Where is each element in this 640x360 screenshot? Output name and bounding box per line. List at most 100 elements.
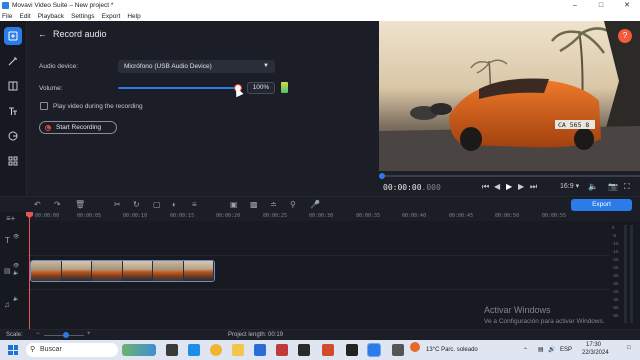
language-indicator[interactable]: ESP [560, 347, 572, 353]
transitions-tool[interactable] [4, 77, 22, 95]
movavi-taskbar-icon[interactable] [367, 343, 381, 357]
menu-file[interactable]: File [2, 13, 12, 20]
menu-playback[interactable]: Playback [38, 13, 64, 20]
tray-arrow-icon[interactable]: ⌃ [523, 347, 528, 354]
project-length: Project length: 00:19 [228, 332, 283, 338]
ruler-tick: 00:00:50 [495, 213, 520, 219]
step-forward-icon[interactable]: ▶ [518, 182, 524, 191]
back-arrow-icon[interactable]: ← [38, 29, 47, 39]
skip-back-icon[interactable]: ⏮ [482, 182, 489, 192]
menu-edit[interactable]: Edit [19, 13, 30, 20]
properties-icon[interactable]: ≡ [192, 200, 197, 209]
clip-thumbnail [183, 261, 214, 281]
timeline-ruler[interactable]: 00:00:00 00:00:05 00:00:10 00:00:15 00:0… [27, 212, 610, 221]
taskbar-search[interactable]: ⚲ Buscar [26, 343, 118, 357]
insert-media-icon[interactable]: ▣ [230, 200, 238, 209]
menu-settings[interactable]: Settings [71, 13, 95, 20]
meter-bar-left [624, 225, 627, 323]
crop-icon[interactable]: ▢ [153, 200, 161, 209]
rotate-icon[interactable]: ↻ [133, 200, 140, 209]
app-icon-black[interactable] [346, 344, 358, 356]
undo-icon[interactable]: ↶ [34, 200, 41, 209]
audio-settings-icon[interactable]: ≐ [270, 200, 277, 209]
menu-help[interactable]: Help [127, 13, 140, 20]
aspect-ratio-select[interactable]: 16:9 ▾ [560, 182, 579, 190]
audio-track-mute-icon[interactable]: 🔈 [13, 296, 19, 302]
video-clip[interactable] [30, 260, 215, 282]
notifications-icon[interactable]: □ [627, 345, 631, 351]
menu-export[interactable]: Export [102, 13, 121, 20]
task-view-icon[interactable] [166, 344, 178, 356]
step-back-icon[interactable]: ◀ [494, 182, 500, 191]
app-icon-red[interactable] [276, 344, 288, 356]
clock-time[interactable]: 17:30 [586, 342, 601, 348]
app-icon [2, 2, 9, 9]
volume-icon[interactable]: 🔈 [588, 182, 598, 191]
redo-icon[interactable]: ↷ [54, 200, 61, 209]
cut-icon[interactable]: ✂ [114, 200, 121, 209]
panel-header: ← Record audio [38, 29, 107, 39]
title-track-visibility-icon[interactable]: 👁 [13, 234, 19, 240]
widget-landscape-icon[interactable] [122, 344, 156, 356]
zoom-out-icon[interactable]: − [36, 331, 40, 337]
ruler-tick: 00:00:05 [77, 213, 102, 219]
scale-slider-handle[interactable] [63, 332, 69, 338]
volume-slider[interactable] [118, 87, 238, 89]
weather-text[interactable]: 13°C Parc. soleado [426, 347, 478, 353]
preview-frame [379, 21, 640, 171]
video-track-mute-icon[interactable]: 🔈 [13, 270, 19, 276]
speaker-icon[interactable]: 🔊 [548, 346, 555, 353]
status-bar: Scale: − + Project length: 00:19 [0, 329, 640, 340]
text-icon [9, 107, 17, 115]
close-button[interactable]: ✕ [614, 0, 640, 11]
seek-bar[interactable] [379, 175, 640, 177]
weather-icon[interactable] [410, 342, 420, 352]
maximize-button[interactable]: □ [588, 0, 614, 11]
skip-forward-icon[interactable]: ⏭ [530, 182, 537, 192]
track-divider [27, 289, 610, 290]
network-icon[interactable]: ▤ [538, 346, 544, 353]
more-tools[interactable] [4, 152, 22, 170]
audio-device-select[interactable]: Micrófono (USB Audio Device) ▼ [118, 60, 275, 73]
start-recording-button[interactable]: Start Recording [39, 121, 117, 134]
play-icon[interactable]: ▶ [506, 182, 512, 191]
clock-date[interactable]: 22/3/2024 [582, 350, 609, 356]
meter-tick: -10 [612, 241, 619, 246]
microphone-icon[interactable]: 🎤 [310, 200, 320, 209]
seek-handle[interactable] [379, 173, 385, 179]
marker-icon[interactable]: ⚲ [290, 200, 296, 209]
app-icon-orange[interactable] [322, 344, 334, 356]
app-icon-dark[interactable] [298, 344, 310, 356]
delete-icon[interactable]: 🗑 [75, 200, 85, 209]
stickers-tool[interactable] [4, 127, 22, 145]
play-video-checkbox[interactable] [40, 102, 48, 110]
taskbar-search-placeholder: Buscar [40, 346, 62, 353]
mail-icon[interactable] [254, 344, 266, 356]
chrome-icon[interactable] [210, 344, 222, 356]
file-explorer-icon[interactable] [232, 344, 244, 356]
minimize-button[interactable]: – [562, 0, 588, 11]
scale-label: Scale: [6, 332, 23, 338]
volume-value[interactable]: 100% [247, 82, 275, 94]
edge-icon[interactable] [188, 344, 200, 356]
color-adjust-icon[interactable]: ◐ [172, 200, 177, 209]
title-bar: Movavi Video Suite – New project * – □ ✕ [0, 0, 640, 11]
video-track-visibility-icon[interactable]: 👁 [13, 263, 19, 269]
stabilize-icon[interactable]: ▩ [250, 200, 258, 209]
panel-title: Record audio [53, 29, 107, 39]
titles-tool[interactable] [4, 102, 22, 120]
add-track-icon[interactable]: ≡+ [6, 214, 15, 223]
effects-tool[interactable] [4, 52, 22, 70]
snapshot-icon[interactable]: 📷 [608, 182, 618, 191]
meter-tick: -30 [612, 273, 619, 278]
import-tool[interactable] [4, 27, 22, 45]
fullscreen-icon[interactable]: ⛶ [624, 182, 630, 192]
playhead[interactable] [29, 212, 30, 329]
export-button[interactable]: Export [571, 199, 632, 211]
app-icon-gray[interactable] [392, 344, 404, 356]
help-button[interactable]: ? [618, 29, 632, 43]
windows-start-icon[interactable] [8, 345, 18, 355]
video-preview[interactable]: CA 565 8 ? [379, 21, 640, 171]
ruler-tick: 00:00:40 [402, 213, 427, 219]
zoom-in-icon[interactable]: + [87, 331, 91, 337]
